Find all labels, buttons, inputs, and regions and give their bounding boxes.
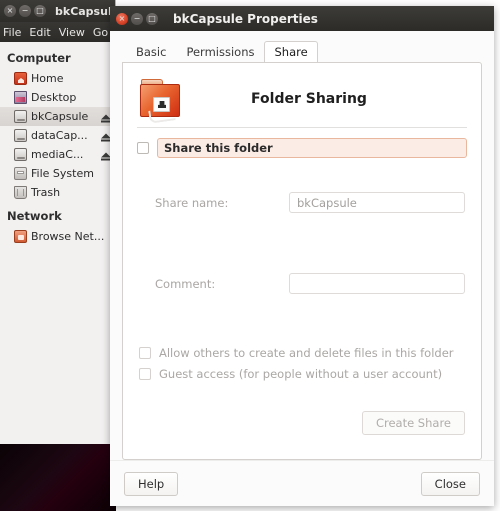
tab-strip[interactable]: Basic Permissions Share xyxy=(122,40,482,63)
sidebar-item-label: Trash xyxy=(31,186,61,199)
sidebar-item-file-system[interactable]: File System xyxy=(0,164,115,183)
dialog-footer: Help Close xyxy=(110,460,494,506)
home-icon xyxy=(14,72,27,85)
minimize-icon[interactable]: − xyxy=(131,12,143,25)
page-title: Folder Sharing xyxy=(251,91,367,107)
comment-input[interactable] xyxy=(289,273,465,294)
dialog-title: bkCapsule Properties xyxy=(173,11,318,26)
guest-access-row[interactable]: Guest access (for people without a user … xyxy=(137,363,467,384)
menu-go[interactable]: Go xyxy=(93,26,108,39)
sidebar-item-label: bkCapsule xyxy=(31,110,89,123)
share-name-input[interactable]: bkCapsule xyxy=(289,192,465,213)
minimize-icon[interactable]: − xyxy=(19,5,31,17)
menu-file[interactable]: File xyxy=(3,26,21,39)
close-icon[interactable]: × xyxy=(4,5,16,17)
comment-row: Comment: xyxy=(137,273,467,294)
sidebar-item-trash[interactable]: Trash xyxy=(0,183,115,202)
trash-icon xyxy=(14,186,27,199)
sidebar-item-label: Browse Net... xyxy=(31,230,105,243)
file-manager-titlebar: × − □ bkCapsule xyxy=(0,0,115,22)
menu-bar[interactable]: File Edit View Go xyxy=(0,22,115,42)
file-manager-window[interactable]: × − □ bkCapsule File Edit View Go Comput… xyxy=(0,0,116,444)
share-name-label: Share name: xyxy=(155,195,229,210)
guest-access-checkbox[interactable] xyxy=(139,367,151,380)
sidebar-item-label: Home xyxy=(31,72,64,85)
divider xyxy=(137,127,467,128)
sidebar-item-label: File System xyxy=(31,167,94,180)
tab-share[interactable]: Share xyxy=(264,41,318,63)
places-sidebar[interactable]: Computer Home Desktop bkCapsule dataCap.… xyxy=(0,42,115,444)
close-button[interactable]: Close xyxy=(420,471,480,496)
share-header: Folder Sharing xyxy=(137,73,467,125)
sidebar-item-label: dataCap... xyxy=(31,129,88,142)
file-manager-title: bkCapsule xyxy=(55,4,116,18)
guest-access-label: Guest access (for people without a user … xyxy=(159,366,443,381)
share-this-folder-checkbox[interactable] xyxy=(137,141,149,154)
sidebar-item-desktop[interactable]: Desktop xyxy=(0,88,115,107)
sidebar-item-label: Desktop xyxy=(31,91,77,104)
share-this-folder-label[interactable]: Share this folder xyxy=(157,137,467,158)
sidebar-heading-computer: Computer xyxy=(7,51,71,65)
create-share-button[interactable]: Create Share xyxy=(361,411,465,435)
network-icon xyxy=(14,230,27,243)
sidebar-heading-network: Network xyxy=(7,209,62,223)
dialog-body: Basic Permissions Share Folder Sharing S… xyxy=(110,31,494,460)
sidebar-item-bkcapsule[interactable]: bkCapsule xyxy=(0,107,115,126)
drive-icon xyxy=(14,148,27,161)
share-name-row: Share name: bkCapsule xyxy=(137,192,467,213)
close-icon[interactable]: × xyxy=(116,12,128,25)
sidebar-item-browse-network[interactable]: Browse Net... xyxy=(0,227,115,246)
tab-permissions[interactable]: Permissions xyxy=(176,41,264,63)
desktop-icon xyxy=(14,91,27,104)
comment-label: Comment: xyxy=(155,276,216,291)
menu-view[interactable]: View xyxy=(59,26,85,39)
properties-dialog[interactable]: × − □ bkCapsule Properties Basic Permiss… xyxy=(110,6,494,506)
maximize-icon[interactable]: □ xyxy=(146,12,158,25)
menu-edit[interactable]: Edit xyxy=(29,26,50,39)
filesystem-icon xyxy=(14,167,27,180)
allow-others-checkbox[interactable] xyxy=(139,346,151,359)
sidebar-item-datacap[interactable]: dataCap... xyxy=(0,126,115,145)
desktop-wallpaper-area xyxy=(0,443,116,511)
dialog-titlebar: × − □ bkCapsule Properties xyxy=(110,6,494,31)
share-this-folder-row[interactable]: Share this folder xyxy=(137,137,467,158)
help-button[interactable]: Help xyxy=(124,471,179,496)
sidebar-item-home[interactable]: Home xyxy=(0,69,115,88)
tab-basic[interactable]: Basic xyxy=(126,41,176,63)
allow-others-label: Allow others to create and delete files … xyxy=(159,345,454,360)
shared-folder-icon xyxy=(139,78,185,124)
sidebar-item-label: mediaC... xyxy=(31,148,84,161)
maximize-icon[interactable]: □ xyxy=(34,5,46,17)
allow-others-row[interactable]: Allow others to create and delete files … xyxy=(137,342,467,363)
drive-icon xyxy=(14,129,27,142)
sidebar-item-mediac[interactable]: mediaC... xyxy=(0,145,115,164)
create-share-row: Create Share xyxy=(137,411,467,435)
drive-icon xyxy=(14,110,27,123)
share-tab-panel: Folder Sharing Share this folder Share n… xyxy=(122,62,482,460)
